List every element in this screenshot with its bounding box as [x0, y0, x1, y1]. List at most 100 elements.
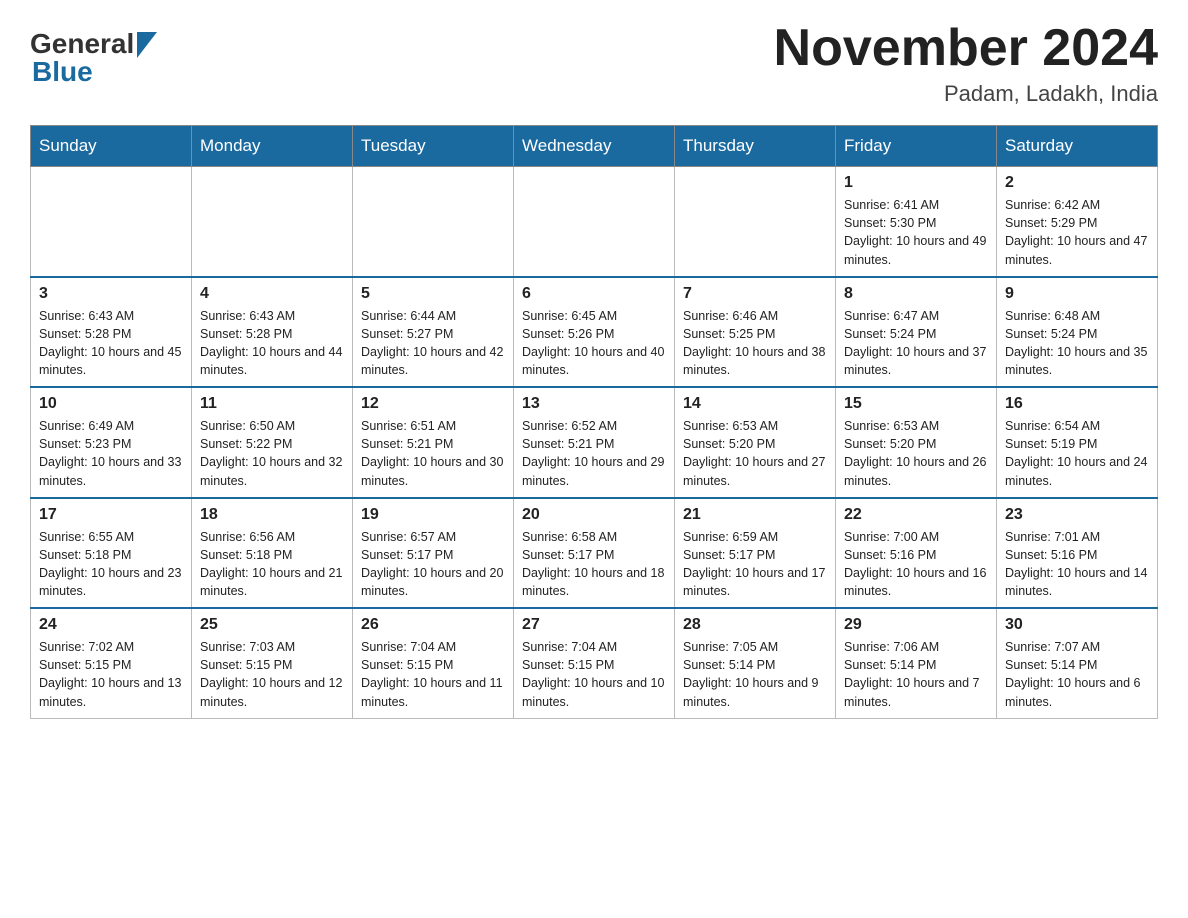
calendar-location: Padam, Ladakh, India	[774, 81, 1158, 107]
day-number: 3	[39, 285, 183, 303]
header-tuesday: Tuesday	[353, 126, 514, 167]
day-info: Sunrise: 6:53 AM Sunset: 5:20 PM Dayligh…	[844, 417, 988, 490]
table-row: 25Sunrise: 7:03 AM Sunset: 5:15 PM Dayli…	[192, 608, 353, 718]
day-info: Sunrise: 6:50 AM Sunset: 5:22 PM Dayligh…	[200, 417, 344, 490]
day-number: 24	[39, 616, 183, 634]
table-row: 10 Sunrise: 6:49 AM Sunset: 5:23 PM Dayli…	[31, 387, 192, 498]
day-info: Sunrise: 7:02 AM Sunset: 5:15 PM Dayligh…	[39, 638, 183, 711]
day-number: 12	[361, 395, 505, 413]
day-number: 7	[683, 285, 827, 303]
day-number: 28	[683, 616, 827, 634]
day-info: Sunrise: 6:43 AM Sunset: 5:28 PM Dayligh…	[200, 307, 344, 380]
day-info: Sunrise: 6:59 AM Sunset: 5:17 PM Dayligh…	[683, 528, 827, 601]
day-info: Sunrise: 6:54 AM Sunset: 5:19 PM Dayligh…	[1005, 417, 1149, 490]
day-number: 22	[844, 506, 988, 524]
table-row: 14 Sunrise: 6:53 AM Sunset: 5:20 PM Dayli…	[675, 387, 836, 498]
table-row: 30 Sunrise: 7:07 AM Sunset: 5:14 PM Dayli…	[997, 608, 1158, 718]
table-row: 1Sunrise: 6:41 AM Sunset: 5:30 PM Daylig…	[836, 167, 997, 277]
calendar-week-row: 3 Sunrise: 6:43 AM Sunset: 5:28 PM Daylig…	[31, 277, 1158, 388]
header-monday: Monday	[192, 126, 353, 167]
day-number: 21	[683, 506, 827, 524]
day-number: 9	[1005, 285, 1149, 303]
table-row: 16 Sunrise: 6:54 AM Sunset: 5:19 PM Dayli…	[997, 387, 1158, 498]
header-sunday: Sunday	[31, 126, 192, 167]
day-number: 4	[200, 285, 344, 303]
day-number: 14	[683, 395, 827, 413]
calendar-week-row: 10 Sunrise: 6:49 AM Sunset: 5:23 PM Dayli…	[31, 387, 1158, 498]
day-info: Sunrise: 6:53 AM Sunset: 5:20 PM Dayligh…	[683, 417, 827, 490]
logo: General Blue	[30, 28, 157, 88]
table-row: 20 Sunrise: 6:58 AM Sunset: 5:17 PM Dayli…	[514, 498, 675, 609]
page-header: General Blue November 2024 Padam, Ladakh…	[30, 20, 1158, 107]
day-info: Sunrise: 6:52 AM Sunset: 5:21 PM Dayligh…	[522, 417, 666, 490]
table-row	[353, 167, 514, 277]
table-row: 8 Sunrise: 6:47 AM Sunset: 5:24 PM Daylig…	[836, 277, 997, 388]
day-number: 19	[361, 506, 505, 524]
table-row: 9 Sunrise: 6:48 AM Sunset: 5:24 PM Daylig…	[997, 277, 1158, 388]
weekday-header-row: Sunday Monday Tuesday Wednesday Thursday…	[31, 126, 1158, 167]
day-info: Sunrise: 7:07 AM Sunset: 5:14 PM Dayligh…	[1005, 638, 1149, 711]
table-row: 4 Sunrise: 6:43 AM Sunset: 5:28 PM Daylig…	[192, 277, 353, 388]
logo-arrow-icon	[137, 32, 157, 58]
day-info: Sunrise: 6:51 AM Sunset: 5:21 PM Dayligh…	[361, 417, 505, 490]
table-row: 28 Sunrise: 7:05 AM Sunset: 5:14 PM Dayli…	[675, 608, 836, 718]
table-row	[514, 167, 675, 277]
logo-blue-text: Blue	[32, 56, 93, 87]
table-row: 17 Sunrise: 6:55 AM Sunset: 5:18 PM Dayli…	[31, 498, 192, 609]
day-number: 29	[844, 616, 988, 634]
title-block: November 2024 Padam, Ladakh, India	[774, 20, 1158, 107]
day-number: 2	[1005, 174, 1149, 192]
day-info: Sunrise: 6:47 AM Sunset: 5:24 PM Dayligh…	[844, 307, 988, 380]
day-info: Sunrise: 7:04 AM Sunset: 5:15 PM Dayligh…	[361, 638, 505, 711]
table-row: 15 Sunrise: 6:53 AM Sunset: 5:20 PM Dayli…	[836, 387, 997, 498]
table-row: 18Sunrise: 6:56 AM Sunset: 5:18 PM Dayli…	[192, 498, 353, 609]
calendar-title: November 2024	[774, 20, 1158, 77]
day-info: Sunrise: 7:06 AM Sunset: 5:14 PM Dayligh…	[844, 638, 988, 711]
day-info: Sunrise: 7:05 AM Sunset: 5:14 PM Dayligh…	[683, 638, 827, 711]
day-number: 17	[39, 506, 183, 524]
day-number: 5	[361, 285, 505, 303]
table-row	[192, 167, 353, 277]
day-number: 15	[844, 395, 988, 413]
table-row: 29 Sunrise: 7:06 AM Sunset: 5:14 PM Dayli…	[836, 608, 997, 718]
day-number: 13	[522, 395, 666, 413]
table-row: 12 Sunrise: 6:51 AM Sunset: 5:21 PM Dayli…	[353, 387, 514, 498]
calendar-week-row: 17 Sunrise: 6:55 AM Sunset: 5:18 PM Dayli…	[31, 498, 1158, 609]
day-info: Sunrise: 6:48 AM Sunset: 5:24 PM Dayligh…	[1005, 307, 1149, 380]
table-row: 5Sunrise: 6:44 AM Sunset: 5:27 PM Daylig…	[353, 277, 514, 388]
day-number: 8	[844, 285, 988, 303]
day-info: Sunrise: 6:46 AM Sunset: 5:25 PM Dayligh…	[683, 307, 827, 380]
header-wednesday: Wednesday	[514, 126, 675, 167]
table-row	[675, 167, 836, 277]
table-row: 19 Sunrise: 6:57 AM Sunset: 5:17 PM Dayli…	[353, 498, 514, 609]
day-number: 20	[522, 506, 666, 524]
day-number: 30	[1005, 616, 1149, 634]
day-info: Sunrise: 6:56 AM Sunset: 5:18 PM Dayligh…	[200, 528, 344, 601]
day-info: Sunrise: 6:58 AM Sunset: 5:17 PM Dayligh…	[522, 528, 666, 601]
day-info: Sunrise: 6:43 AM Sunset: 5:28 PM Dayligh…	[39, 307, 183, 380]
table-row: 7 Sunrise: 6:46 AM Sunset: 5:25 PM Daylig…	[675, 277, 836, 388]
day-info: Sunrise: 7:01 AM Sunset: 5:16 PM Dayligh…	[1005, 528, 1149, 601]
day-info: Sunrise: 6:49 AM Sunset: 5:23 PM Dayligh…	[39, 417, 183, 490]
day-number: 10	[39, 395, 183, 413]
header-friday: Friday	[836, 126, 997, 167]
day-number: 25	[200, 616, 344, 634]
table-row: 13 Sunrise: 6:52 AM Sunset: 5:21 PM Dayli…	[514, 387, 675, 498]
table-row: 24 Sunrise: 7:02 AM Sunset: 5:15 PM Dayli…	[31, 608, 192, 718]
day-number: 11	[200, 395, 344, 413]
day-number: 1	[844, 174, 988, 192]
table-row	[31, 167, 192, 277]
day-info: Sunrise: 7:04 AM Sunset: 5:15 PM Dayligh…	[522, 638, 666, 711]
table-row: 22 Sunrise: 7:00 AM Sunset: 5:16 PM Dayli…	[836, 498, 997, 609]
day-info: Sunrise: 6:57 AM Sunset: 5:17 PM Dayligh…	[361, 528, 505, 601]
table-row: 21 Sunrise: 6:59 AM Sunset: 5:17 PM Dayli…	[675, 498, 836, 609]
day-info: Sunrise: 7:00 AM Sunset: 5:16 PM Dayligh…	[844, 528, 988, 601]
day-info: Sunrise: 6:55 AM Sunset: 5:18 PM Dayligh…	[39, 528, 183, 601]
day-number: 27	[522, 616, 666, 634]
calendar-week-row: 24 Sunrise: 7:02 AM Sunset: 5:15 PM Dayli…	[31, 608, 1158, 718]
day-info: Sunrise: 6:45 AM Sunset: 5:26 PM Dayligh…	[522, 307, 666, 380]
header-saturday: Saturday	[997, 126, 1158, 167]
day-number: 16	[1005, 395, 1149, 413]
table-row: 2Sunrise: 6:42 AM Sunset: 5:29 PM Daylig…	[997, 167, 1158, 277]
table-row: 3 Sunrise: 6:43 AM Sunset: 5:28 PM Daylig…	[31, 277, 192, 388]
